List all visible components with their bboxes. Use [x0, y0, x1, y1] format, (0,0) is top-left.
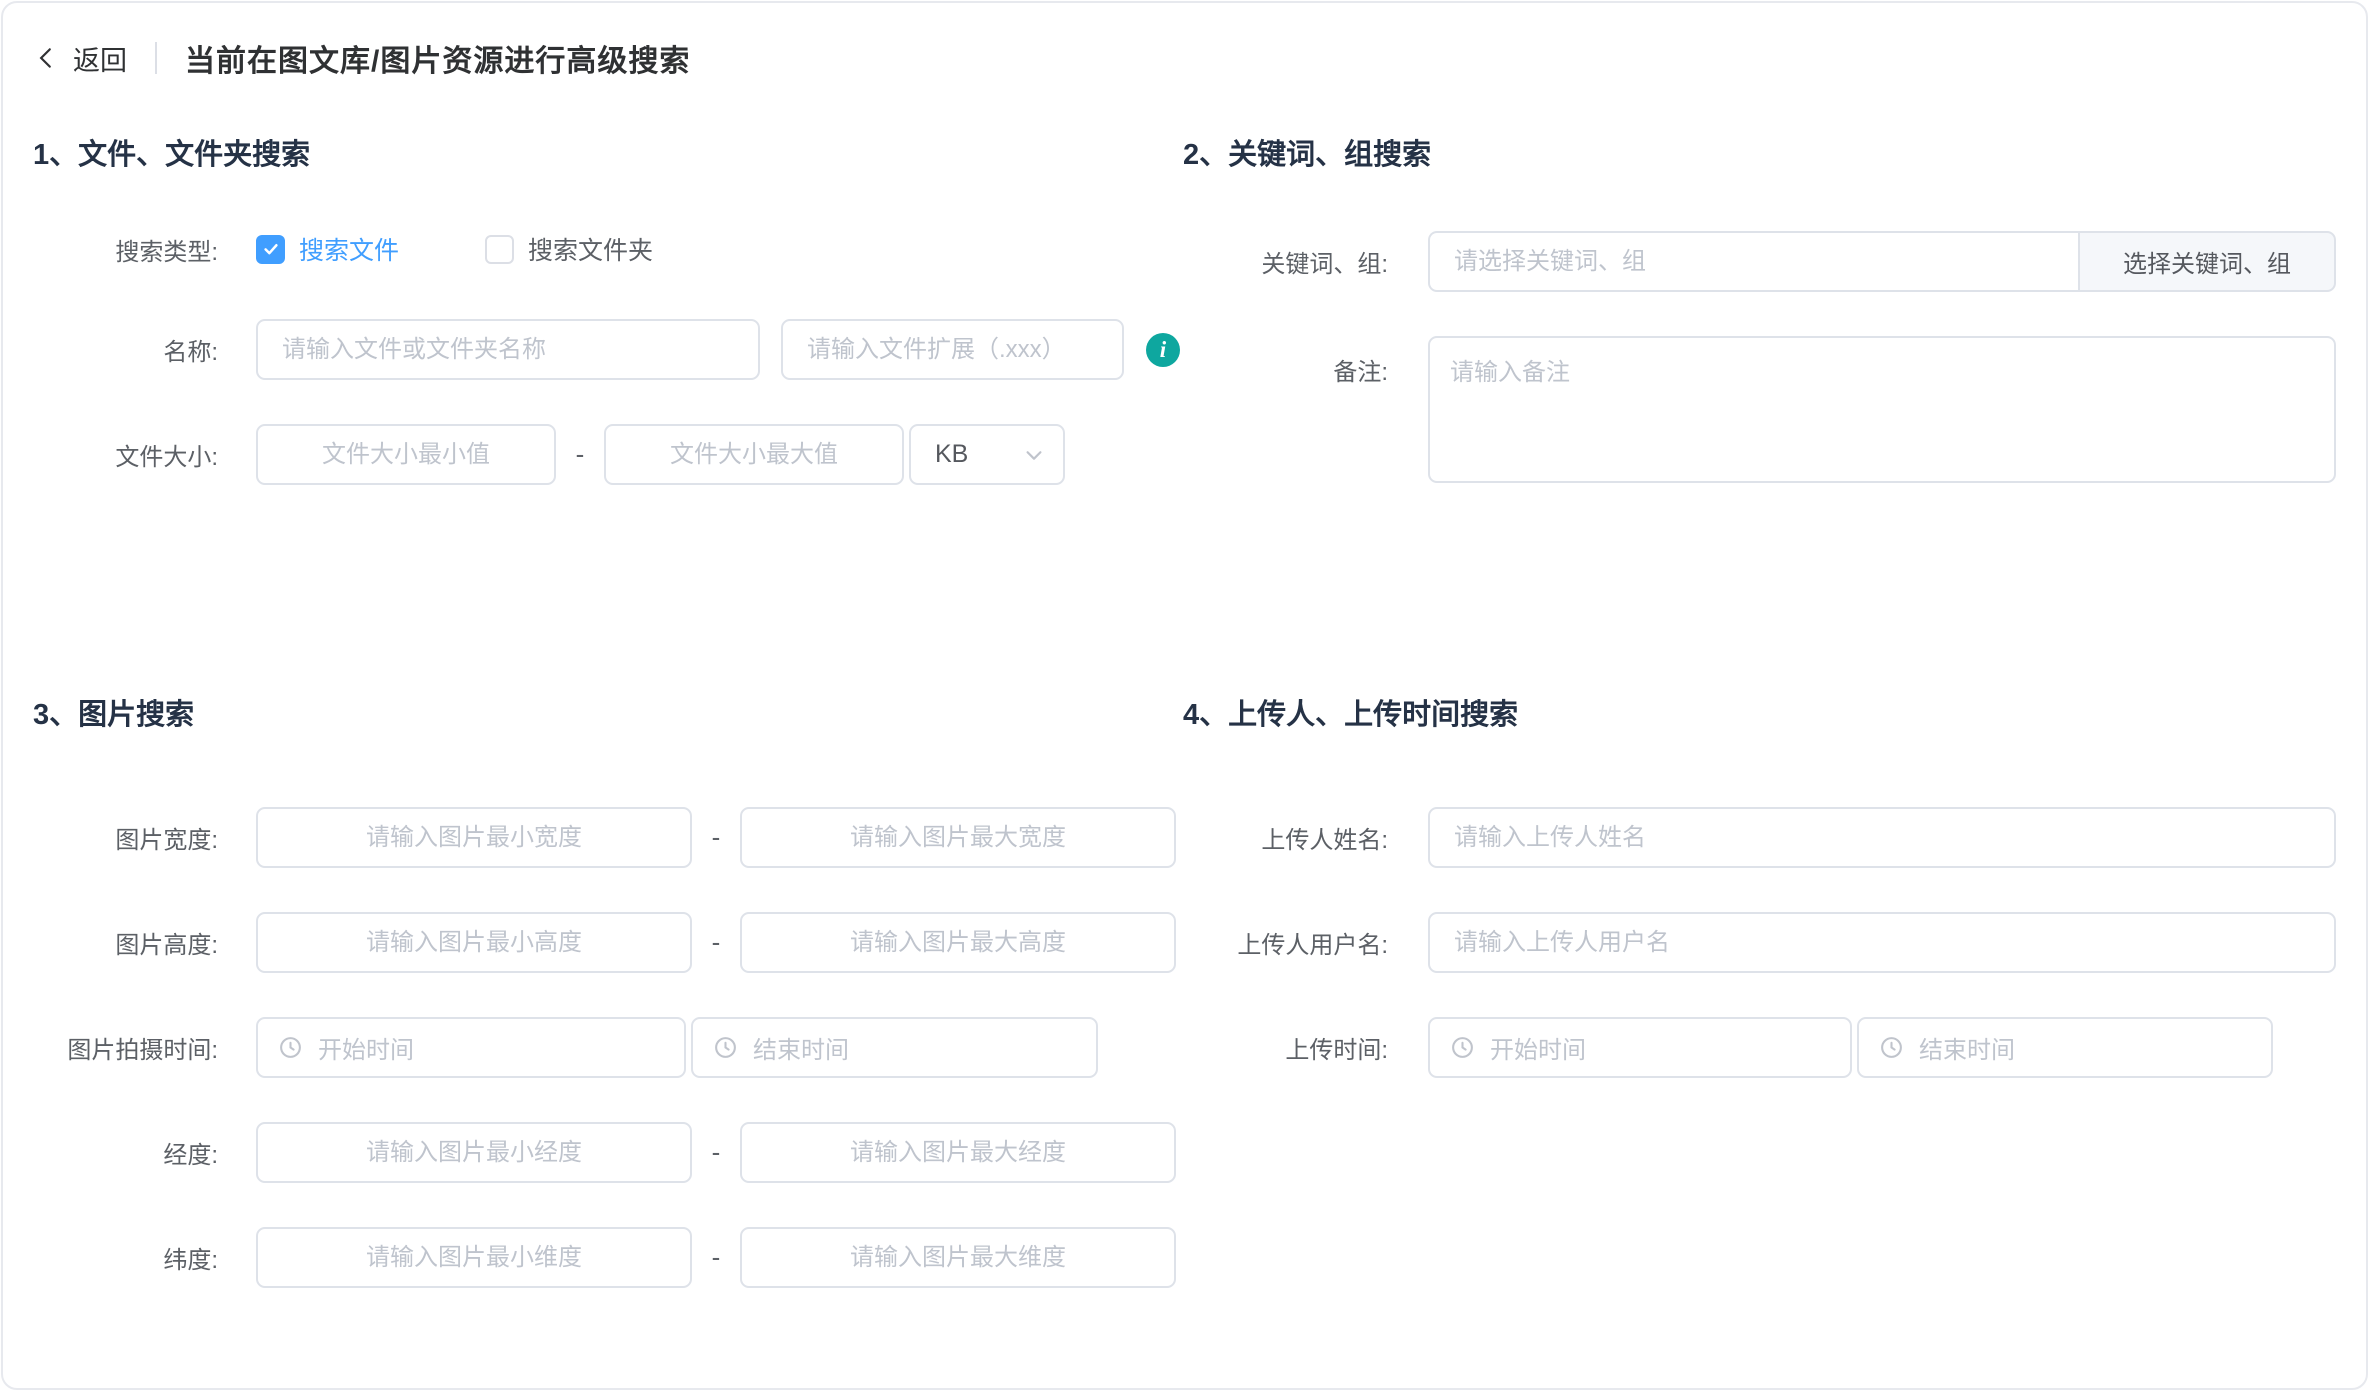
end-time-placeholder: 结束时间: [1919, 1030, 2015, 1065]
latitude-row: 纬度: -: [33, 1227, 1183, 1288]
longitude-row: 经度: -: [33, 1122, 1183, 1183]
upload-start-time-picker[interactable]: 开始时间: [1428, 1017, 1852, 1078]
clock-icon: [713, 1035, 738, 1060]
file-extension-input[interactable]: [781, 319, 1124, 380]
latitude-min-input[interactable]: [256, 1227, 692, 1288]
range-dash: -: [710, 1242, 722, 1273]
keyword-row: 关键词、组: 选择关键词、组: [1183, 231, 2336, 292]
clock-icon: [1879, 1035, 1904, 1060]
search-type-row: 搜索类型: 搜索文件 搜索文件夹: [33, 231, 1183, 267]
file-size-row: 文件大小: - KB: [33, 424, 1183, 485]
uploader-username-label: 上传人用户名:: [1183, 925, 1388, 960]
image-width-max-input[interactable]: [740, 807, 1176, 868]
file-size-label: 文件大小:: [33, 437, 218, 472]
search-type-label: 搜索类型:: [33, 232, 218, 267]
section2-title: 2、关键词、组搜索: [1183, 131, 2336, 173]
latitude-max-input[interactable]: [740, 1227, 1176, 1288]
chevron-left-icon: [33, 45, 59, 71]
image-width-min-input[interactable]: [256, 807, 692, 868]
range-dash: -: [710, 927, 722, 958]
upload-time-label: 上传时间:: [1183, 1030, 1388, 1065]
end-time-placeholder: 结束时间: [753, 1030, 849, 1065]
uploader-name-row: 上传人姓名:: [1183, 807, 2336, 868]
capture-start-time-picker[interactable]: 开始时间: [256, 1017, 686, 1078]
keyword-input-group: 选择关键词、组: [1428, 231, 2336, 292]
name-label: 名称:: [33, 332, 218, 367]
keyword-label: 关键词、组:: [1183, 244, 1388, 279]
clock-icon: [1450, 1035, 1475, 1060]
clock-icon: [278, 1035, 303, 1060]
checkbox-folder-label: 搜索文件夹: [528, 231, 653, 267]
select-keyword-button[interactable]: 选择关键词、组: [2078, 231, 2336, 292]
checkbox-checked-icon: [256, 235, 285, 264]
capture-time-row: 图片拍摄时间: 开始时间 结束时间: [33, 1017, 1183, 1078]
back-button[interactable]: 返回: [33, 39, 127, 78]
keyword-input[interactable]: [1428, 231, 2078, 292]
image-width-label: 图片宽度:: [33, 820, 218, 855]
image-height-row: 图片高度: -: [33, 912, 1183, 973]
file-size-max-input[interactable]: [604, 424, 904, 485]
divider: [155, 42, 157, 74]
image-height-min-input[interactable]: [256, 912, 692, 973]
image-width-row: 图片宽度: -: [33, 807, 1183, 868]
section1-title: 1、文件、文件夹搜索: [33, 131, 1183, 173]
range-dash: -: [710, 822, 722, 853]
checkbox-search-file[interactable]: 搜索文件: [256, 231, 399, 267]
longitude-min-input[interactable]: [256, 1122, 692, 1183]
range-dash: -: [710, 1137, 722, 1168]
file-size-min-input[interactable]: [256, 424, 556, 485]
section-file-search: 1、文件、文件夹搜索 搜索类型: 搜索文件 搜索文件夹 名称: i: [33, 113, 1183, 685]
advanced-search-panel: 返回 当前在图文库/图片资源进行高级搜索 1、文件、文件夹搜索 搜索类型: 搜索…: [1, 1, 2368, 1390]
start-time-placeholder: 开始时间: [318, 1030, 414, 1065]
checkbox-search-folder[interactable]: 搜索文件夹: [485, 231, 653, 267]
uploader-username-input[interactable]: [1428, 912, 2336, 973]
page-title: 当前在图文库/图片资源进行高级搜索: [185, 36, 690, 80]
file-name-input[interactable]: [256, 319, 760, 380]
uploader-username-row: 上传人用户名:: [1183, 912, 2336, 973]
latitude-label: 纬度:: [33, 1240, 218, 1275]
image-height-max-input[interactable]: [740, 912, 1176, 973]
section-keyword-search: 2、关键词、组搜索 关键词、组: 选择关键词、组 备注:: [1183, 113, 2336, 685]
name-row: 名称: i: [33, 319, 1183, 380]
start-time-placeholder: 开始时间: [1490, 1030, 1586, 1065]
size-unit-select[interactable]: KB: [909, 424, 1065, 485]
uploader-name-label: 上传人姓名:: [1183, 820, 1388, 855]
longitude-max-input[interactable]: [740, 1122, 1176, 1183]
size-unit-value: KB: [935, 440, 968, 469]
checkbox-file-label: 搜索文件: [299, 231, 399, 267]
back-label: 返回: [73, 39, 127, 78]
capture-time-label: 图片拍摄时间:: [33, 1030, 218, 1065]
section-uploader-search: 4、上传人、上传时间搜索 上传人姓名: 上传人用户名: 上传时间: 开始时间: [1183, 685, 2336, 1332]
checkbox-unchecked-icon: [485, 235, 514, 264]
note-textarea[interactable]: [1428, 336, 2336, 483]
chevron-down-icon: [1023, 444, 1045, 466]
info-icon[interactable]: i: [1146, 333, 1180, 367]
uploader-name-input[interactable]: [1428, 807, 2336, 868]
note-label: 备注:: [1183, 352, 1388, 387]
longitude-label: 经度:: [33, 1135, 218, 1170]
section-image-search: 3、图片搜索 图片宽度: - 图片高度: - 图片拍摄时间: 开: [33, 685, 1183, 1332]
capture-end-time-picker[interactable]: 结束时间: [691, 1017, 1098, 1078]
section3-title: 3、图片搜索: [33, 691, 1183, 733]
upload-end-time-picker[interactable]: 结束时间: [1857, 1017, 2273, 1078]
section4-title: 4、上传人、上传时间搜索: [1183, 691, 2336, 733]
image-height-label: 图片高度:: [33, 925, 218, 960]
range-dash: -: [574, 439, 586, 470]
upload-time-row: 上传时间: 开始时间 结束时间: [1183, 1017, 2336, 1078]
top-bar: 返回 当前在图文库/图片资源进行高级搜索: [33, 3, 2336, 113]
note-row: 备注:: [1183, 336, 2336, 483]
